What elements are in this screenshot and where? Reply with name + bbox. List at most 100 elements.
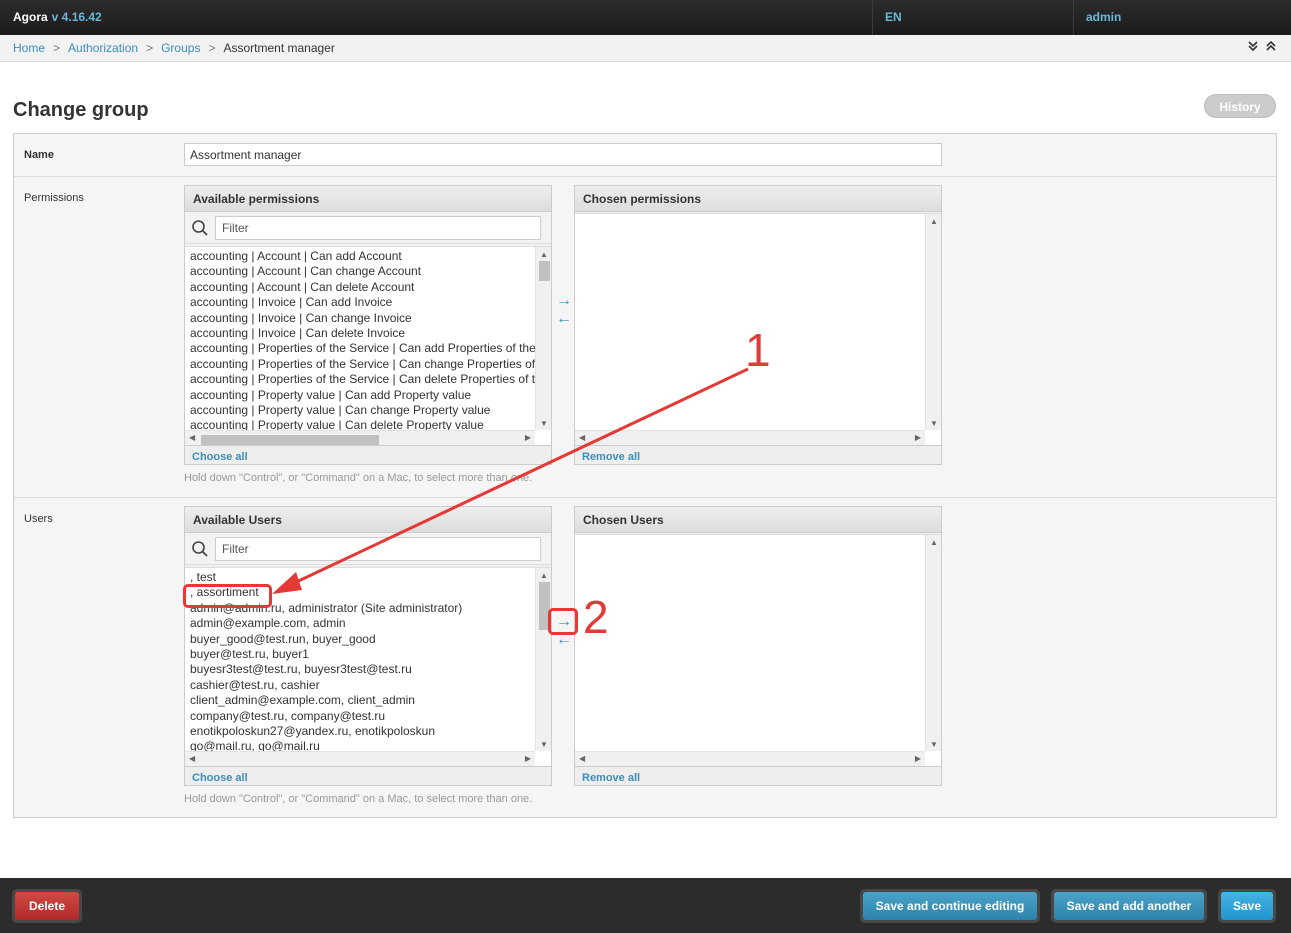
user-menu[interactable]: admin <box>1086 10 1121 24</box>
permissions-help-text: Hold down "Control", or "Command" on a M… <box>184 472 533 484</box>
users-label: Users <box>24 513 53 525</box>
horizontal-scrollbar[interactable]: ◀ ▶ <box>575 751 925 767</box>
annotation-step-1: 1 <box>745 324 771 376</box>
permissions-row: Permissions Available permissions Filter… <box>14 177 1276 498</box>
scroll-right-icon[interactable]: ▶ <box>915 433 921 442</box>
scroll-thumb[interactable] <box>539 261 550 281</box>
chevron-right-icon: > <box>53 41 61 55</box>
delete-button[interactable]: Delete <box>12 889 82 923</box>
list-item[interactable]: accounting | Properties of the Service |… <box>190 341 551 356</box>
choose-all-permissions-link[interactable]: Choose all <box>192 451 248 463</box>
add-arrow-icon[interactable]: → <box>553 292 575 310</box>
scroll-thumb[interactable] <box>201 435 379 445</box>
name-label: Name <box>24 149 54 161</box>
scroll-left-icon[interactable]: ◀ <box>579 433 585 442</box>
scroll-down-icon[interactable]: ▼ <box>930 740 938 749</box>
highlight-box-user <box>183 584 272 608</box>
breadcrumb-groups[interactable]: Groups <box>161 41 200 55</box>
list-item[interactable]: accounting | Properties of the Service |… <box>190 372 551 387</box>
list-item[interactable]: accounting | Account | Can change Accoun… <box>190 264 546 279</box>
horizontal-scrollbar[interactable]: ◀ ▶ <box>185 430 535 446</box>
vertical-scrollbar[interactable]: ▲ ▼ <box>925 214 941 430</box>
available-users-title: Available Users <box>185 507 551 533</box>
page-title: Change group <box>13 99 149 121</box>
horizontal-scrollbar[interactable]: ◀ ▶ <box>575 430 925 446</box>
list-item[interactable]: cashier@test.ru, cashier <box>190 678 546 693</box>
highlight-box-add-arrow <box>548 608 578 635</box>
chosen-users-box: Chosen Users ▲ ▼ ◀ ▶ Remove all <box>574 506 942 786</box>
scroll-left-icon[interactable]: ◀ <box>189 754 195 763</box>
chosen-users-title: Chosen Users <box>575 507 941 533</box>
scroll-up-icon[interactable]: ▲ <box>930 538 938 547</box>
breadcrumb-authorization[interactable]: Authorization <box>68 41 138 55</box>
history-button[interactable]: History <box>1204 94 1276 118</box>
app-name: Agora <box>13 10 48 24</box>
save-label: Save <box>1221 892 1273 920</box>
collapse-all-icon[interactable] <box>1265 40 1277 52</box>
expand-all-icon[interactable] <box>1247 40 1259 52</box>
list-item[interactable]: buyer_good@test.run, buyer_good <box>190 632 546 647</box>
delete-button-label: Delete <box>15 892 79 920</box>
list-item[interactable]: admin@example.com, admin <box>190 616 546 631</box>
remove-all-users-link[interactable]: Remove all <box>582 772 640 784</box>
app-version: v 4.16.42 <box>51 10 102 24</box>
breadcrumb-current: Assortment manager <box>223 41 335 55</box>
language-switcher[interactable]: EN <box>885 10 902 24</box>
scroll-down-icon[interactable]: ▼ <box>540 740 548 749</box>
permissions-filter-input[interactable]: Filter <box>215 216 541 240</box>
list-item[interactable]: accounting | Property value | Can add Pr… <box>190 388 546 403</box>
brand[interactable]: Agora v 4.16.42 <box>13 10 102 24</box>
chosen-users-list[interactable]: ▲ ▼ ◀ ▶ <box>575 534 941 767</box>
save-add-another-button[interactable]: Save and add another <box>1051 889 1207 923</box>
scroll-right-icon[interactable]: ▶ <box>525 433 531 442</box>
chevron-right-icon: > <box>208 41 216 55</box>
search-icon <box>192 541 208 557</box>
scroll-down-icon[interactable]: ▼ <box>540 419 548 428</box>
submit-bar: Delete Save and continue editing Save an… <box>0 878 1291 933</box>
users-row: Users Available Users Filter , test , as… <box>14 498 1276 818</box>
choose-all-users-link[interactable]: Choose all <box>192 772 248 784</box>
vertical-scrollbar[interactable]: ▲ ▼ <box>535 247 551 430</box>
list-item[interactable]: accounting | Invoice | Can add Invoice <box>190 295 546 310</box>
users-filter-input[interactable]: Filter <box>215 537 541 561</box>
divider <box>1073 0 1074 35</box>
list-item[interactable]: accounting | Account | Can add Account <box>190 249 546 264</box>
list-item[interactable]: accounting | Properties of the Service |… <box>190 357 551 372</box>
list-item[interactable]: enotikpoloskun27@yandex.ru, enotikpolosk… <box>190 724 546 739</box>
group-form: Name Assortment manager Permissions Avai… <box>13 133 1277 818</box>
available-permissions-title: Available permissions <box>185 186 551 212</box>
list-item[interactable]: buyesr3test@test.ru, buyesr3test@test.ru <box>190 662 546 677</box>
list-item[interactable]: accounting | Invoice | Can delete Invoic… <box>190 326 546 341</box>
name-input[interactable]: Assortment manager <box>184 143 942 166</box>
vertical-scrollbar[interactable]: ▲ ▼ <box>925 535 941 751</box>
list-item[interactable]: buyer@test.ru, buyer1 <box>190 647 546 662</box>
annotation-step-2: 2 <box>583 591 609 643</box>
scroll-up-icon[interactable]: ▲ <box>540 571 548 580</box>
available-permissions-list[interactable]: accounting | Account | Can add Account a… <box>185 246 551 446</box>
scroll-up-icon[interactable]: ▲ <box>930 217 938 226</box>
scroll-right-icon[interactable]: ▶ <box>525 754 531 763</box>
list-item[interactable]: client_admin@example.com, client_admin <box>190 693 546 708</box>
chevron-right-icon: > <box>146 41 154 55</box>
remove-arrow-icon[interactable]: ← <box>553 310 575 328</box>
save-continue-label: Save and continue editing <box>863 892 1037 920</box>
horizontal-scrollbar[interactable]: ◀ ▶ <box>185 751 535 767</box>
scroll-left-icon[interactable]: ◀ <box>579 754 585 763</box>
scroll-left-icon[interactable]: ◀ <box>189 433 195 442</box>
breadcrumb-home[interactable]: Home <box>13 41 45 55</box>
search-icon <box>192 220 208 236</box>
available-users-box: Available Users Filter , test , assortim… <box>184 506 552 786</box>
name-row: Name Assortment manager <box>14 134 1276 177</box>
remove-all-permissions-link[interactable]: Remove all <box>582 451 640 463</box>
list-item[interactable]: accounting | Account | Can delete Accoun… <box>190 280 546 295</box>
list-item[interactable]: accounting | Property value | Can change… <box>190 403 546 418</box>
list-item[interactable]: accounting | Invoice | Can change Invoic… <box>190 311 546 326</box>
list-item[interactable]: company@test.ru, company@test.ru <box>190 709 546 724</box>
users-help-text: Hold down "Control", or "Command" on a M… <box>184 793 533 805</box>
save-button[interactable]: Save <box>1218 889 1276 923</box>
vertical-scrollbar[interactable]: ▲ ▼ <box>535 568 551 751</box>
scroll-right-icon[interactable]: ▶ <box>915 754 921 763</box>
save-continue-button[interactable]: Save and continue editing <box>860 889 1040 923</box>
scroll-down-icon[interactable]: ▼ <box>930 419 938 428</box>
scroll-up-icon[interactable]: ▲ <box>540 250 548 259</box>
